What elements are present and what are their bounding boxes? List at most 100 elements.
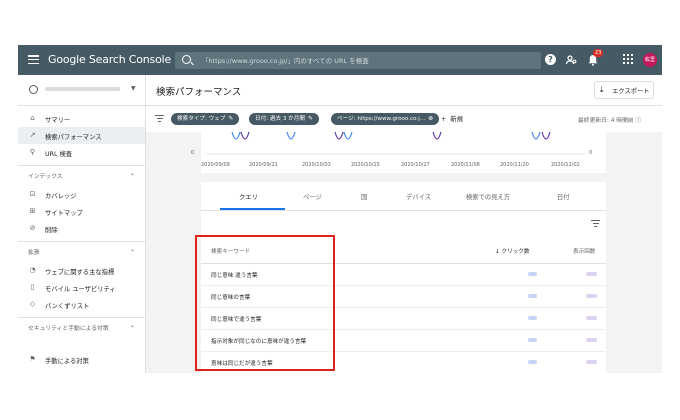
- dimension-tabs: クエリ ページ 国 デバイス 検索での見え方 日付: [201, 182, 606, 211]
- sidebar-item-mobile-usability[interactable]: ▯ モバイル ユーザビリティ: [18, 279, 145, 296]
- url-inspect-search[interactable]: 「https://www.grooo.co.jp/」内のすべての URL を検査: [175, 52, 541, 69]
- gauge-icon: ◔: [29, 266, 36, 274]
- menu-icon[interactable]: [28, 55, 39, 65]
- divider: [18, 317, 145, 318]
- column-header-impressions[interactable]: 表示回数: [573, 247, 595, 255]
- x-tick-label: 2020/10/27: [401, 162, 430, 168]
- edit-icon[interactable]: ✎: [308, 115, 313, 122]
- x-tick-label: 2020/10/15: [351, 162, 380, 168]
- clicks-cell-blurred: [528, 338, 537, 342]
- chart-line-segment: [541, 132, 551, 140]
- clicks-cell-blurred: [528, 360, 537, 364]
- search-placeholder: 「https://www.grooo.co.jp/」内のすべての URL を検査: [202, 57, 369, 65]
- chevron-up-icon: ⌃: [130, 249, 136, 256]
- highlight-box: [195, 235, 335, 371]
- impressions-cell-blurred: [586, 316, 597, 320]
- removal-icon: ⊘: [29, 224, 36, 232]
- chevron-up-icon: ⌃: [130, 325, 136, 332]
- plus-icon: +: [441, 116, 447, 123]
- section-label: 拡張: [28, 250, 40, 256]
- coverage-icon: ⊡: [29, 190, 36, 198]
- tab-country[interactable]: 国: [361, 192, 367, 201]
- sitemap-icon: ⊞: [29, 207, 36, 215]
- home-icon: ⌂: [30, 114, 35, 122]
- new-filter-label: 新規: [450, 116, 463, 123]
- chevron-up-icon: ⌃: [130, 173, 136, 180]
- last-updated-text: 最終更新日: 4 時間前 ⓘ: [578, 115, 641, 124]
- filter-chip-date[interactable]: 日付: 過去 3 か月間 ✎: [249, 113, 319, 125]
- sidebar-item-summary[interactable]: ⌂ サマリー: [18, 110, 145, 127]
- tab-device[interactable]: デバイス: [406, 192, 431, 201]
- export-button[interactable]: ⤓ エクスポート: [594, 81, 654, 99]
- sidebar-item-label: URL 検査: [45, 151, 73, 158]
- export-label: エクスポート: [612, 88, 650, 95]
- filter-chip-page[interactable]: ページ: https://www.grooo.co.j... ⊗: [331, 113, 440, 125]
- chip-label: 検索タイプ: ウェブ: [177, 116, 226, 122]
- impressions-cell-blurred: [586, 360, 597, 364]
- chip-label: ページ: https://www.grooo.co.j...: [337, 116, 426, 122]
- edit-icon[interactable]: ✎: [228, 115, 233, 122]
- impressions-cell-blurred: [586, 294, 597, 298]
- sidebar-item-coverage[interactable]: ⊡ カバレッジ: [18, 186, 145, 203]
- flag-icon: ⚑: [29, 355, 36, 363]
- filter-icon[interactable]: [155, 115, 164, 122]
- chart-line-segment: [286, 132, 296, 140]
- filter-bar: 検索タイプ: ウェブ ✎ 日付: 過去 3 か月間 ✎ ページ: https://w…: [146, 106, 662, 132]
- impressions-cell-blurred: [586, 338, 597, 342]
- clear-icon[interactable]: ⊗: [428, 115, 433, 122]
- table-filter-icon[interactable]: [591, 220, 600, 227]
- sidebar-item-manual-actions[interactable]: ⚑ 手動による対策: [18, 351, 145, 368]
- sidebar-item-label: サマリー: [45, 117, 71, 124]
- sidebar-item-breadcrumbs[interactable]: ◇ パンくずリスト: [18, 296, 145, 313]
- sidebar-item-label: ウェブに関する主な指標: [45, 269, 115, 276]
- clicks-cell-blurred: [528, 272, 537, 276]
- active-tab-indicator: [220, 208, 285, 210]
- chart-line-segment: [240, 132, 250, 140]
- tab-query[interactable]: クエリ: [239, 192, 258, 201]
- sidebar-item-sitemaps[interactable]: ⊞ サイトマップ: [18, 203, 145, 220]
- sidebar-item-label: カバレッジ: [45, 193, 77, 200]
- last-updated-label: 最終更新日: 4 時間前: [578, 118, 634, 124]
- sidebar-item-url-inspection[interactable]: ⚲ URL 検査: [18, 144, 145, 161]
- tab-search-appearance[interactable]: 検索での見え方: [466, 192, 510, 201]
- performance-chart: 2020/09/09 2020/09/21 2020/10/03 2020/10…: [191, 132, 606, 173]
- sidebar-item-label: 削除: [45, 227, 58, 234]
- users-settings-icon[interactable]: [565, 54, 577, 69]
- x-tick-label: 2020/11/20: [500, 162, 529, 168]
- sidebar-item-performance[interactable]: ↗ 検索パフォーマンス: [18, 127, 145, 144]
- search-icon: [182, 55, 191, 64]
- property-selector[interactable]: ▼: [18, 75, 145, 106]
- clicks-cell-blurred: [528, 316, 537, 320]
- tab-date[interactable]: 日付: [557, 192, 570, 201]
- top-bar: Google Search Console 「https://www.grooo…: [18, 45, 662, 75]
- section-label: インデックス: [28, 174, 63, 180]
- breadcrumb-icon: ◇: [29, 300, 36, 308]
- filter-chip-search-type[interactable]: 検索タイプ: ウェブ ✎: [171, 113, 240, 125]
- sidebar-item-removals[interactable]: ⊘ 削除: [18, 220, 145, 237]
- notification-badge: 23: [593, 49, 604, 57]
- new-filter-button[interactable]: + 新規: [441, 114, 463, 123]
- sort-arrow-icon: ↓: [495, 249, 500, 255]
- column-header-clicks[interactable]: ↓ クリック数: [495, 247, 529, 255]
- clicks-cell-blurred: [528, 294, 537, 298]
- brand-logo[interactable]: Google Search Console: [48, 53, 171, 66]
- x-tick-label: 2020/09/09: [201, 162, 230, 168]
- chart-line-segment: [231, 132, 241, 140]
- sidebar-item-label: 手動による対策: [45, 358, 89, 365]
- chart-line-segment: [334, 132, 344, 140]
- avatar[interactable]: 紘里: [643, 53, 657, 67]
- help-icon[interactable]: ?: [545, 54, 556, 65]
- sidebar-item-core-web-vitals[interactable]: ◔ ウェブに関する主な指標: [18, 262, 145, 279]
- clicks-header-label: クリック数: [501, 249, 530, 255]
- sidebar-item-label: サイトマップ: [45, 210, 83, 217]
- trending-icon: ↗: [29, 131, 36, 139]
- sidebar: ▼ ⌂ サマリー ↗ 検索パフォーマンス ⚲ URL 検査 インデックス ⌃ ⊡…: [18, 75, 146, 373]
- tab-page[interactable]: ページ: [303, 192, 322, 201]
- x-tick-label: 2020/12/02: [551, 162, 580, 168]
- info-icon[interactable]: ⓘ: [636, 118, 642, 124]
- y-right-tick-label: 0: [589, 150, 593, 156]
- apps-grid-icon[interactable]: [623, 54, 633, 64]
- x-tick-label: 2020/10/03: [302, 162, 331, 168]
- chart-line-segment: [531, 132, 541, 140]
- chart-line-segment: [432, 132, 442, 140]
